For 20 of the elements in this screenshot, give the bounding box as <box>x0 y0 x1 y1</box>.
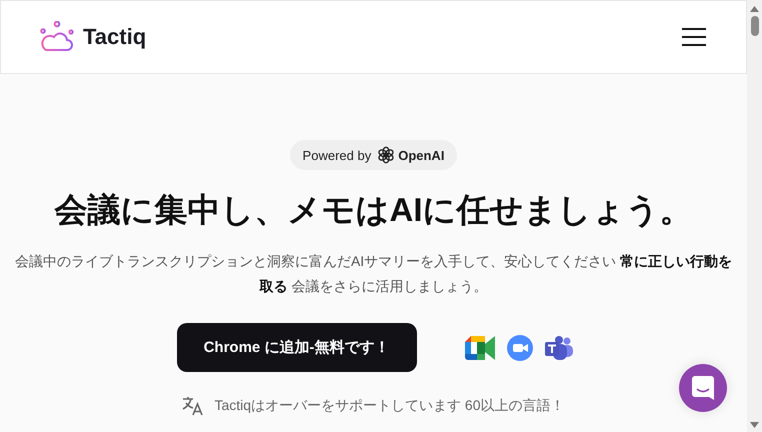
video-camera-icon <box>506 334 532 360</box>
scrollbar[interactable] <box>747 0 762 432</box>
scroll-thumb[interactable] <box>750 16 758 36</box>
hero-subtitle: 会議中のライブトランスクリプションと洞察に富んだAIサマリーを入手して、安心してください 常に正しい行動を取る 会議をさらに活用しましょう。 <box>14 252 734 296</box>
menu-icon[interactable] <box>682 28 706 46</box>
add-to-chrome-button[interactable]: Chrome に追加-無料です！ <box>176 323 416 372</box>
badge-text: Powered by <box>302 148 372 162</box>
hero-title: 会議に集中し、メモはAIに任せましょう。 <box>54 190 692 230</box>
openai-text: OpenAI <box>398 148 444 162</box>
scroll-up-icon[interactable] <box>750 6 759 12</box>
languages-text: Tactiqはオーバーをサポートしています 60以上の言語！ <box>214 397 565 415</box>
knot-logo-icon <box>377 146 396 164</box>
video-camera-icon <box>464 336 494 360</box>
cloud-logo-icon <box>39 21 75 53</box>
scroll-down-icon[interactable] <box>750 422 759 428</box>
chat-button[interactable] <box>679 364 727 412</box>
brand-name[interactable]: Tactiq <box>83 24 146 50</box>
translate-icon <box>182 396 204 416</box>
chat-icon <box>692 376 714 400</box>
team-chat-icon <box>544 334 572 360</box>
